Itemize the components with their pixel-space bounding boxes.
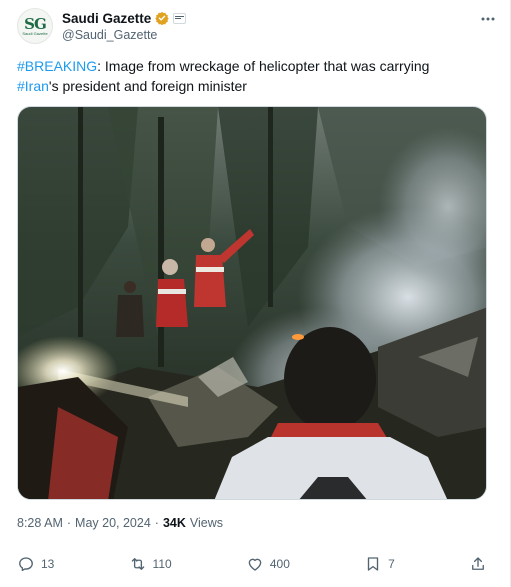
bookmark-button[interactable]: 7	[364, 554, 395, 574]
hashtag-iran[interactable]: #Iran	[17, 78, 49, 94]
hashtag-breaking[interactable]: #BREAKING	[17, 58, 97, 74]
like-count: 400	[269, 557, 290, 571]
avatar-logo: SG	[24, 14, 47, 33]
like-button[interactable]: 400	[246, 554, 290, 574]
reply-count: 13	[41, 557, 55, 571]
tweet-meta: 8:28 AM · May 20, 2024 · 34K Views	[17, 515, 223, 531]
author-handle[interactable]: @Saudi_Gazette	[62, 27, 186, 43]
tweet-date[interactable]: May 20, 2024	[75, 516, 151, 530]
avatar[interactable]: SG Saudi Gazette	[17, 8, 53, 44]
bookmark-count: 7	[388, 557, 395, 571]
reply-button[interactable]: 13	[17, 554, 54, 574]
views-label: Views	[189, 516, 224, 530]
tweet-card: SG Saudi Gazette Saudi Gazette @Saudi_Ga…	[0, 0, 511, 587]
reply-icon	[19, 557, 33, 572]
name-row: Saudi Gazette	[62, 9, 187, 27]
share-button[interactable]	[469, 554, 487, 574]
meta-separator: ·	[66, 516, 72, 530]
repost-count: 110	[152, 557, 172, 571]
heart-icon	[248, 558, 262, 571]
tweet-text-part1: : Image from wreckage of helicopter that…	[97, 58, 430, 74]
wreckage-photo	[18, 107, 486, 499]
author-names: Saudi Gazette @Saudi_Gazette	[62, 8, 187, 44]
affiliation-badge-icon[interactable]	[173, 12, 187, 24]
more-options-icon[interactable]	[478, 12, 498, 26]
bookmark-icon	[367, 557, 379, 571]
share-icon	[472, 557, 484, 570]
meta-separator-2: ·	[154, 516, 159, 530]
views-count: 34K	[162, 516, 186, 530]
tweet-header: SG Saudi Gazette Saudi Gazette @Saudi_Ga…	[17, 8, 498, 44]
repost-button[interactable]: 110	[129, 554, 172, 574]
repost-icon	[131, 558, 144, 570]
tweet-actions: 13 110 400 7	[17, 550, 487, 578]
tweet-photo[interactable]	[17, 106, 487, 500]
display-name[interactable]: Saudi Gazette	[62, 11, 151, 26]
tweet-time[interactable]: 8:28 AM	[17, 516, 63, 530]
avatar-logo-sub: Saudi Gazette	[22, 30, 48, 36]
tweet-text: #BREAKING: Image from wreckage of helico…	[17, 56, 487, 96]
tweet-text-part2: 's president and foreign minister	[48, 78, 247, 94]
verified-badge-icon[interactable]	[155, 11, 169, 25]
